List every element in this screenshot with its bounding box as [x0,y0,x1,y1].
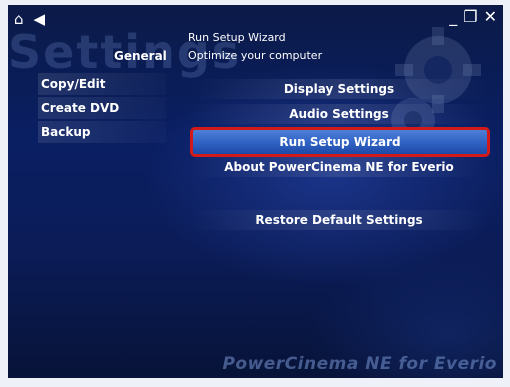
sidebar-item-create-dvd[interactable]: Create DVD [38,97,166,119]
back-arrow-icon[interactable]: ◀ [34,12,46,27]
window-controls: _ ❐ ✕ [449,9,497,25]
menu-item-display-settings[interactable]: Display Settings [190,79,488,99]
sidebar-item-copy-edit[interactable]: Copy/Edit [38,73,166,95]
close-icon[interactable]: ✕ [484,9,497,25]
menu-item-restore-defaults[interactable]: Restore Default Settings [190,210,488,230]
window-frame: Settings ⌂ ◀ _ ❐ ✕ Run Setup Wizard Gene… [0,0,510,387]
sidebar: Copy/Edit Create DVD Backup [38,73,166,145]
minimize-icon[interactable]: _ [449,9,457,25]
top-left-toolbar: ⌂ ◀ [14,12,45,27]
menu-item-run-setup-wizard[interactable]: Run Setup Wizard [190,127,490,157]
powercinema-logo: PowerCinema NE for Everio [222,354,497,374]
menu-item-about[interactable]: About PowerCinema NE for Everio [190,157,488,177]
page-subtitle: Optimize your computer [188,49,323,62]
section-title: General [114,49,167,63]
menu-item-audio-settings[interactable]: Audio Settings [190,104,488,124]
sidebar-item-backup[interactable]: Backup [38,121,166,143]
page-title: Run Setup Wizard [188,31,286,44]
settings-screen: Settings ⌂ ◀ _ ❐ ✕ Run Setup Wizard Gene… [8,5,503,378]
restore-window-icon[interactable]: ❐ [463,9,477,25]
home-icon[interactable]: ⌂ [14,12,24,27]
